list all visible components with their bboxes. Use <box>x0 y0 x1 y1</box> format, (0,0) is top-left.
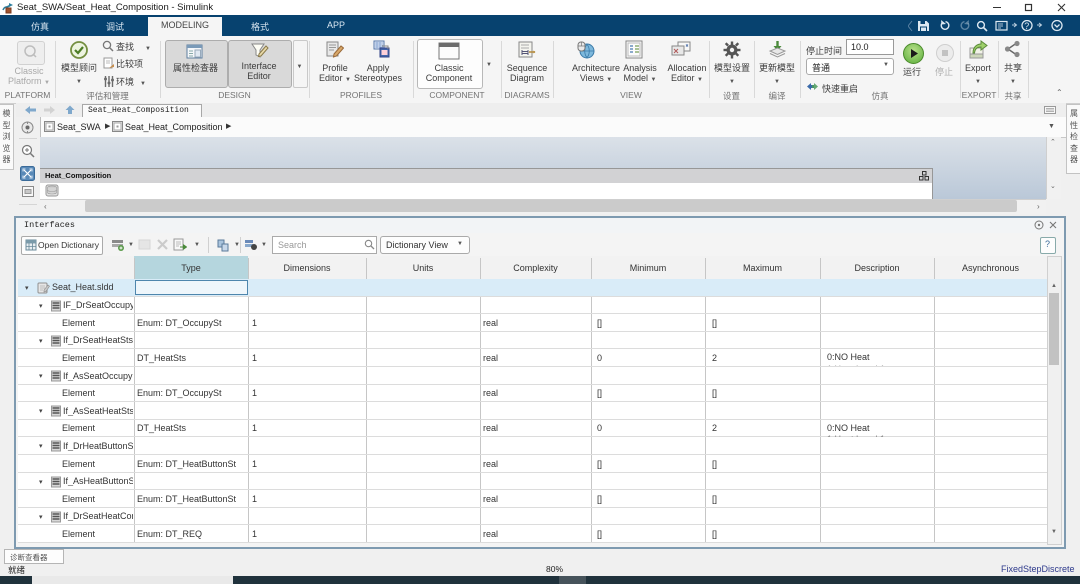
svg-text:?: ? <box>1024 21 1029 31</box>
